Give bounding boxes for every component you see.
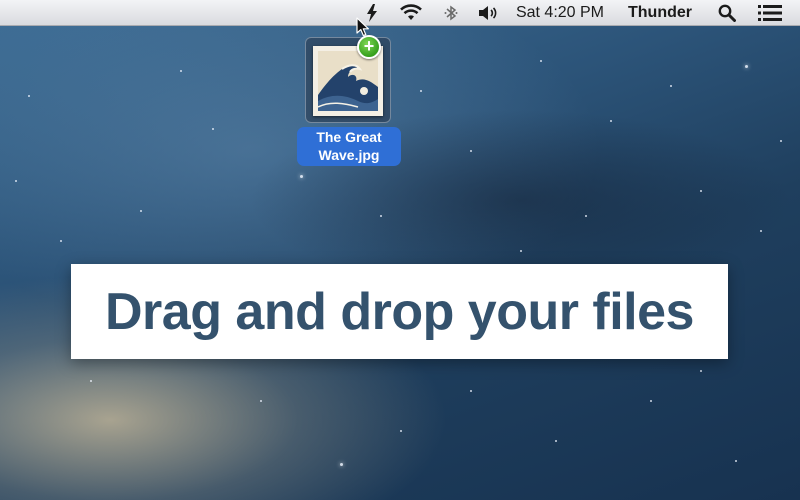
- wifi-icon[interactable]: [398, 0, 424, 26]
- file-name-line2: Wave.jpg: [318, 147, 380, 163]
- banner-text: Drag and drop your files: [105, 282, 694, 341]
- starfield: [0, 0, 800, 500]
- bluetooth-icon[interactable]: [444, 0, 458, 26]
- menubar-clock[interactable]: Sat 4:20 PM: [516, 0, 604, 26]
- file-name-label: The Great Wave.jpg: [297, 127, 401, 166]
- drop-instruction-banner: Drag and drop your files: [71, 264, 728, 359]
- desktop[interactable]: Sat 4:20 PM Thunder + The Great Wave.jpg…: [0, 0, 800, 500]
- menubar-user-name[interactable]: Thunder: [628, 0, 692, 26]
- list-icon[interactable]: [758, 0, 782, 26]
- file-name-line1: The Great: [316, 129, 382, 145]
- menu-bar: Sat 4:20 PM Thunder: [0, 0, 800, 26]
- wave-image-icon: [318, 51, 378, 111]
- volume-icon[interactable]: [478, 0, 498, 26]
- search-icon[interactable]: [718, 0, 736, 26]
- mouse-cursor-icon: [356, 17, 370, 42]
